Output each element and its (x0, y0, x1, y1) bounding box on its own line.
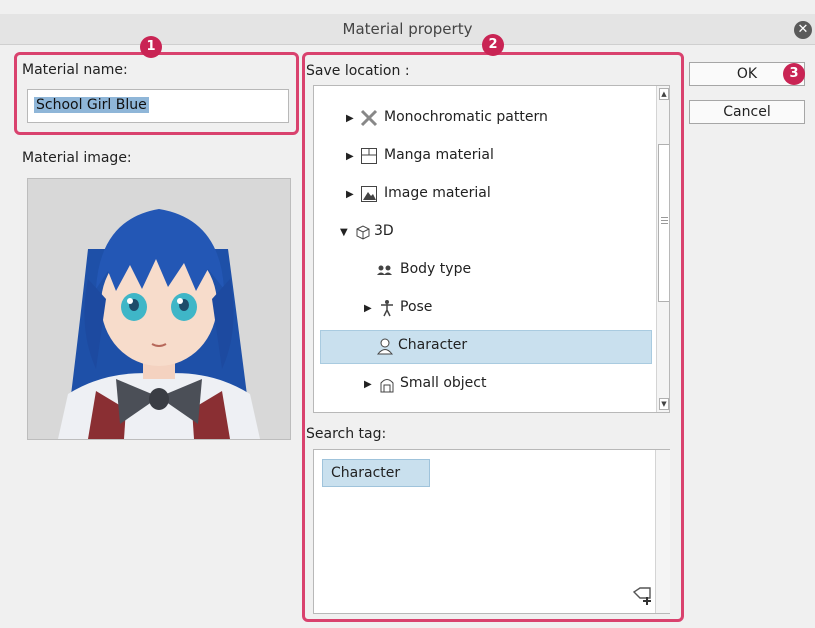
close-icon[interactable]: ✕ (794, 21, 812, 39)
callout-box-2 (302, 52, 684, 622)
callout-badge-1: 1 (140, 36, 162, 58)
material-image-label: Material image: (22, 150, 132, 166)
callout-box-1 (14, 52, 299, 135)
callout-badge-2: 2 (482, 34, 504, 56)
dialog-title: Material property (342, 20, 473, 38)
character-preview-image (28, 179, 290, 439)
cancel-button[interactable]: Cancel (689, 100, 805, 124)
material-image-preview (27, 178, 291, 440)
title-bar[interactable]: Material property ✕ (0, 14, 815, 45)
callout-badge-3: 3 (783, 63, 805, 85)
material-property-dialog: Material property ✕ Material name: Schoo… (0, 0, 815, 628)
